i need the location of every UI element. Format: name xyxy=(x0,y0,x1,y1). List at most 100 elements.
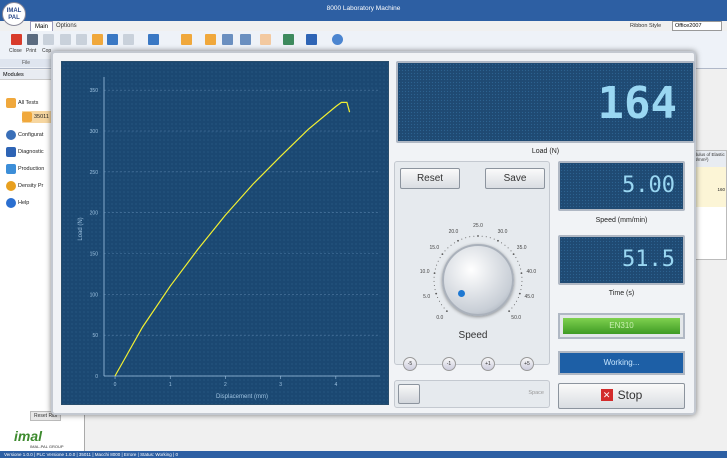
company-subtitle: IMAL-PAL GROUP xyxy=(30,444,64,449)
sidebar-item-production[interactable]: Production xyxy=(6,163,44,175)
step-minus-1-button[interactable]: -1 xyxy=(442,357,456,371)
x-tick-label: 3 xyxy=(279,382,282,388)
bar-chart-icon[interactable] xyxy=(107,34,118,45)
layout-icon[interactable] xyxy=(148,34,159,45)
gear-icon xyxy=(6,129,16,140)
x-tick-label: 4 xyxy=(334,382,337,388)
reset-button[interactable]: Reset xyxy=(400,168,460,189)
dial-tick xyxy=(507,247,509,249)
table-header: odulus of Elastic (N/mm²) xyxy=(691,151,726,167)
step-minus-5-button[interactable]: -5 xyxy=(403,357,417,371)
dial-tick xyxy=(453,242,455,244)
table-cell: 160 xyxy=(691,167,726,207)
image-icon[interactable] xyxy=(283,34,294,45)
sidebar-item-help[interactable]: Help xyxy=(6,197,29,209)
dial-tick xyxy=(443,307,445,309)
save-button[interactable]: Save xyxy=(485,168,545,189)
close-label: Close xyxy=(9,48,22,54)
dial-tick-label: 5.0 xyxy=(423,293,431,300)
speed-display: 5.00 xyxy=(558,161,685,211)
step-plus-5-button[interactable]: +5 xyxy=(520,357,534,371)
gear-icon[interactable] xyxy=(332,34,343,45)
dial-tick-label: 20.0 xyxy=(448,228,459,235)
sidebar-item-label: Density Pr xyxy=(18,183,44,189)
dial-tick xyxy=(501,242,503,244)
line-chart-icon[interactable] xyxy=(222,34,233,45)
sidebar-item-label: All Tests xyxy=(18,100,39,106)
sidebar-item-density[interactable]: Density Pr xyxy=(6,180,43,192)
dial-tick-label: 50.0 xyxy=(511,315,522,322)
sidebar-item-label: 35011 xyxy=(34,114,49,120)
dial-tick xyxy=(511,307,513,309)
dial-tick xyxy=(521,280,523,282)
help-icon xyxy=(6,197,16,208)
dial-tick xyxy=(433,276,435,278)
grid-icon[interactable] xyxy=(205,34,216,45)
dial-tick-label: 15.0 xyxy=(429,245,440,252)
dial-tick xyxy=(515,257,517,259)
y-tick-label: 50 xyxy=(92,333,98,339)
step-plus-1-button[interactable]: +1 xyxy=(481,357,495,371)
wave-icon[interactable] xyxy=(260,34,271,45)
tab-options[interactable]: Options xyxy=(52,21,81,31)
close-icon[interactable] xyxy=(11,34,22,45)
y-tick-label: 300 xyxy=(90,129,99,135)
list-icon[interactable] xyxy=(123,34,134,45)
dial-tick-label: 10.0 xyxy=(419,268,430,275)
dial-tick xyxy=(497,239,499,242)
company-logo: imal xyxy=(14,428,43,444)
dial-tick xyxy=(447,247,449,249)
dial-tick xyxy=(520,272,523,275)
tab-main[interactable]: Main xyxy=(30,21,54,31)
document-icon[interactable] xyxy=(76,34,87,45)
title-bar: 8000 Laboratory Machine xyxy=(0,0,727,21)
area-chart-icon[interactable] xyxy=(240,34,251,45)
dial-tick-label: 35.0 xyxy=(516,245,527,252)
dial-tick-label: 30.0 xyxy=(497,228,508,235)
dial-indicator xyxy=(458,290,465,297)
sidebar-item-label: Configurat xyxy=(18,132,44,138)
dial-tick xyxy=(521,285,523,287)
x-axis-label: Displacement (mm) xyxy=(216,394,268,400)
dial-tick xyxy=(520,289,522,291)
status-indicator: Working... xyxy=(558,351,685,375)
dial-tick xyxy=(434,289,436,291)
y-tick-label: 150 xyxy=(90,252,99,258)
dial-tick xyxy=(481,235,483,237)
space-button[interactable] xyxy=(398,384,420,404)
dial-tick xyxy=(513,304,515,306)
copy-icon[interactable] xyxy=(43,34,54,45)
dial-tick xyxy=(518,264,520,266)
load-displacement-chart: 0 50 100 150 200 250 300 350 0 1 2 3 4 Displacement (… xyxy=(61,61,389,405)
copy-label: Cop xyxy=(42,48,52,54)
ribbon-style-select[interactable]: Office2007 xyxy=(672,21,722,31)
dial-tick xyxy=(433,285,435,287)
status-bar: Versione 1.0.0 | PLC Versione 1.0.0 | 35… xyxy=(0,451,727,458)
sidebar-item-all-tests[interactable]: All Tests xyxy=(6,97,38,109)
sidebar-item-diagnostic[interactable]: Diagnostic xyxy=(6,146,44,158)
monitor-icon[interactable] xyxy=(306,34,317,45)
time-label: Time (s) xyxy=(608,290,635,297)
dial-tick xyxy=(433,272,436,275)
sidebar-item-configuration[interactable]: Configurat xyxy=(6,129,43,141)
app-logo-button[interactable]: IMAL PAL xyxy=(2,2,26,26)
dial-tick xyxy=(435,292,438,295)
dial-tick xyxy=(510,250,512,252)
print-icon[interactable] xyxy=(27,34,38,45)
device-indicator-label: EN310 xyxy=(563,318,680,334)
stop-label: Stop xyxy=(617,388,643,402)
ab-icon[interactable] xyxy=(181,34,192,45)
x-tick-label: 0 xyxy=(114,382,117,388)
space-control: Space xyxy=(394,380,550,408)
stop-button[interactable]: ✕ Stop xyxy=(558,383,685,409)
dial-tick xyxy=(461,238,463,240)
dial-tick xyxy=(441,304,443,306)
paste-icon[interactable] xyxy=(60,34,71,45)
dial-tick xyxy=(433,280,435,282)
speed-dial-knob[interactable] xyxy=(442,244,514,316)
x-tick-label: 1 xyxy=(169,382,172,388)
y-tick-label: 250 xyxy=(90,170,99,176)
table-icon[interactable] xyxy=(92,34,103,45)
dial-tick xyxy=(434,268,436,270)
dial-tick xyxy=(489,237,491,239)
